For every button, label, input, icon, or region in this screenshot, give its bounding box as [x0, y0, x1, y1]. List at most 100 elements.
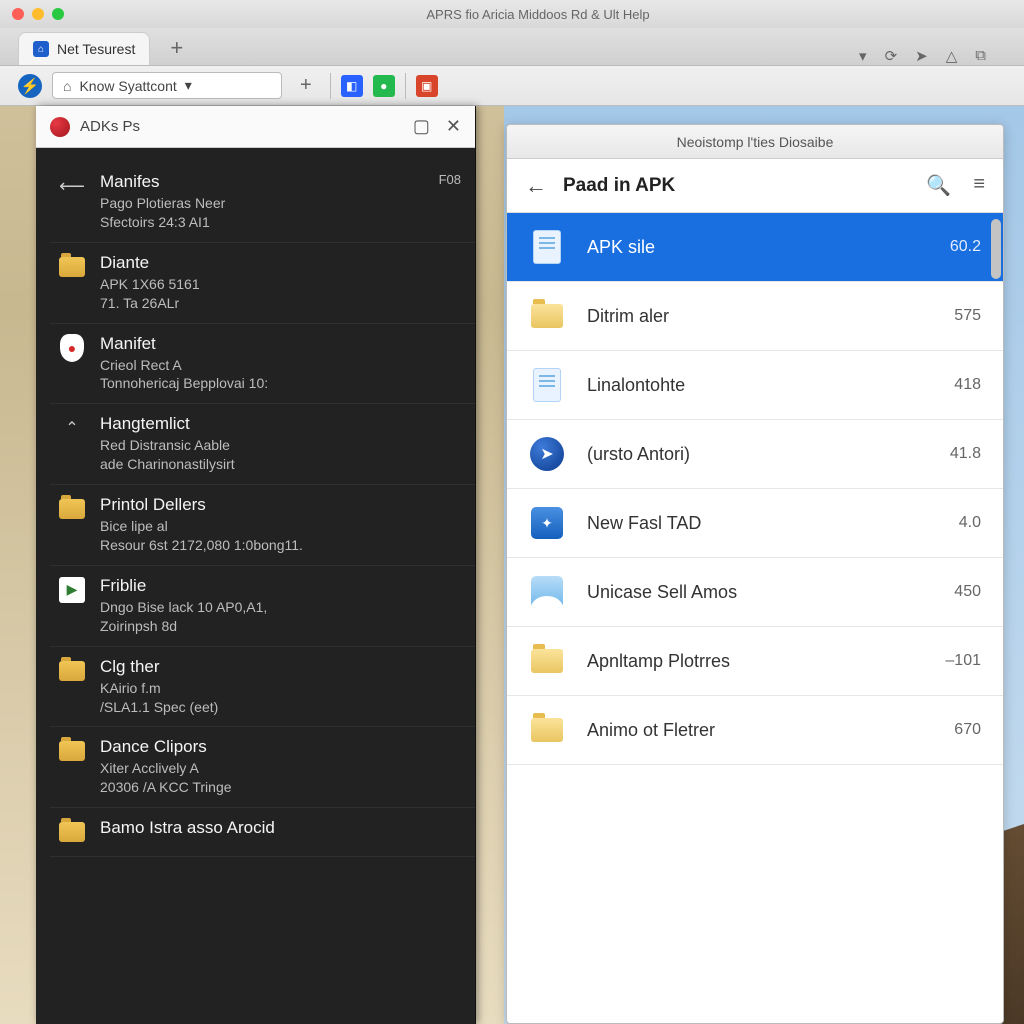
- item-sub1: Pago Plotieras Neer: [100, 194, 425, 213]
- file-row[interactable]: Linalontohte 418: [507, 351, 1003, 420]
- system-menubar: APRS fio Aricia Middoos Rd & Ult Help: [0, 0, 1024, 28]
- item-name: Printol Dellers: [100, 495, 461, 515]
- app-icon: ✦: [529, 505, 565, 541]
- list-item[interactable]: Dance Clipors Xiter Acclively A20306 /A K…: [50, 727, 475, 808]
- browser-nav-icon[interactable]: ⚡: [18, 74, 42, 98]
- item-sub1: Bice lipe al: [100, 517, 461, 536]
- toolbar-add-button[interactable]: +: [292, 74, 320, 97]
- app-logo-icon: [50, 117, 70, 137]
- item-text: Manifet Crieol Rect ATonnohericaj Bepplov…: [100, 334, 461, 394]
- file-size: 4.0: [959, 514, 981, 532]
- forward-icon[interactable]: ➤: [915, 47, 928, 65]
- item-text: Hangtemlict Red Distransic Aableade Chari…: [100, 414, 461, 474]
- toolbar-divider-2: [405, 73, 406, 99]
- file-browser-title: Neoistomp l'ties Diosaibe: [507, 125, 1003, 159]
- item-name: Hangtemlict: [100, 414, 461, 434]
- play-icon: ▶: [58, 576, 86, 604]
- item-name: Manifes: [100, 172, 425, 192]
- file-browser-toolbar: ← Paad in APK 🔍 ≡: [507, 159, 1003, 213]
- file-list: APK sile 60.2 Ditrim aler575 Linalontohte 41…: [507, 213, 1003, 1023]
- item-name: Manifet: [100, 334, 461, 354]
- file-row[interactable]: APK sile 60.2: [507, 213, 1003, 282]
- left-panel-list: ⟵ManifesPago Plotieras NeerSfectoirs 24:…: [36, 148, 475, 1024]
- tab-label: Net Tesurest: [57, 41, 135, 57]
- file-size: –101: [945, 652, 981, 670]
- maximize-window-icon[interactable]: [52, 8, 64, 20]
- list-item[interactable]: ⌃ Hangtemlict Red Distransic Aableade Char…: [50, 404, 475, 485]
- list-item[interactable]: ▶ FriblieDngo Bise lack 10 AP0,A1,Zoirinp…: [50, 566, 475, 647]
- file-name: APK sile: [587, 237, 928, 258]
- item-sub2: ade Charinonastilysirt: [100, 455, 461, 474]
- file-name: Unicase Sell Amos: [587, 582, 932, 603]
- address-dropdown-icon[interactable]: ▾: [185, 77, 192, 94]
- file-name: Apnltamp Plotrres: [587, 651, 923, 672]
- file-name: Linalontohte: [587, 375, 932, 396]
- list-item[interactable]: DianteAPK 1X66 516171. Ta 26ALr: [50, 243, 475, 324]
- file-row[interactable]: Ditrim aler575: [507, 282, 1003, 351]
- item-sub2: Tonnohericaj Bepplovai 10:: [100, 374, 461, 393]
- item-text: Clg therKAirio f.m/SLA1.1 Spec (eet): [100, 657, 461, 717]
- chevron-up-icon: ⌃: [58, 414, 86, 442]
- scrollbar-thumb[interactable]: [991, 219, 1001, 279]
- item-name: Dance Clipors: [100, 737, 461, 757]
- toolbar-icon-red[interactable]: ▣: [416, 75, 438, 97]
- item-name: Clg ther: [100, 657, 461, 677]
- folder-icon: [529, 298, 565, 334]
- toolbar-icon-green[interactable]: ●: [373, 75, 395, 97]
- item-sub2: 71. Ta 26ALr: [100, 294, 461, 313]
- file-size: 418: [954, 376, 981, 394]
- maximize-icon[interactable]: ▢: [413, 116, 430, 137]
- file-size: 670: [954, 721, 981, 739]
- close-icon[interactable]: ✕: [446, 116, 461, 137]
- item-text: Bamo Istra asso Arocid: [100, 818, 461, 846]
- item-text: FriblieDngo Bise lack 10 AP0,A1,Zoirinps…: [100, 576, 461, 636]
- dropdown-icon[interactable]: ▾: [859, 47, 867, 65]
- file-row[interactable]: ➤(ursto Antori)41.8: [507, 420, 1003, 489]
- list-item[interactable]: Bamo Istra asso Arocid: [50, 808, 475, 857]
- new-tab-button[interactable]: +: [160, 31, 193, 65]
- back-button-icon[interactable]: ←: [525, 173, 547, 199]
- item-sub2: /SLA1.1 Spec (eet): [100, 698, 461, 717]
- hamburger-menu-icon[interactable]: ≡: [973, 173, 985, 198]
- address-bar[interactable]: ⌂ Know Syattcont ▾: [52, 72, 282, 99]
- list-item[interactable]: Printol Dellers Bice lipe alResour 6st 21…: [50, 485, 475, 566]
- minimize-window-icon[interactable]: [32, 8, 44, 20]
- list-item[interactable]: ●ManifetCrieol Rect ATonnohericaj Bepplo…: [50, 324, 475, 405]
- file-row[interactable]: Unicase Sell Amos450: [507, 558, 1003, 627]
- item-text: Manifes Pago Plotieras NeerSfectoirs 24:3…: [100, 172, 425, 232]
- list-item[interactable]: Clg therKAirio f.m/SLA1.1 Spec (eet): [50, 647, 475, 728]
- left-panel: ADKs Ps ▢ ✕ ⟵ManifesPago Plotieras NeerS…: [36, 106, 476, 1024]
- file-browser-window: Neoistomp l'ties Diosaibe ← Paad in APK …: [506, 124, 1004, 1024]
- item-sub1: Xiter Acclively A: [100, 759, 461, 778]
- address-text: Know Syattcont: [79, 78, 176, 94]
- toolbar-icon-blue[interactable]: ◧: [341, 75, 363, 97]
- item-sub2: Resour 6st 2172,080 1:0bong11.: [100, 536, 461, 555]
- panels-icon[interactable]: ⧉: [975, 47, 986, 65]
- file-row[interactable]: ✦ New Fasl TAD 4.0: [507, 489, 1003, 558]
- refresh-icon[interactable]: ⟳: [885, 47, 898, 65]
- item-sub2: 20306 /A KCC Tringe: [100, 778, 461, 797]
- browser-tab[interactable]: ⌂ Net Tesurest: [18, 32, 150, 65]
- file-size: 41.8: [950, 445, 981, 463]
- picture-icon: [529, 574, 565, 610]
- item-sub1: Crieol Rect A: [100, 356, 461, 375]
- file-size: 60.2: [950, 238, 981, 256]
- left-panel-title: ADKs Ps: [80, 118, 140, 135]
- item-sub1: Red Distransic Aable: [100, 436, 461, 455]
- search-icon[interactable]: 🔍: [926, 173, 951, 198]
- close-window-icon[interactable]: [12, 8, 24, 20]
- main-area: ADKs Ps ▢ ✕ ⟵ManifesPago Plotieras NeerS…: [36, 106, 1004, 1024]
- file-name: New Fasl TAD: [587, 513, 937, 534]
- browser-toolbar: ⚡ ⌂ Know Syattcont ▾ + ◧ ● ▣: [0, 66, 1024, 106]
- file-row[interactable]: Apnltamp Plotrres –101: [507, 627, 1003, 696]
- folder-icon: [529, 643, 565, 679]
- folder-icon: [58, 818, 86, 846]
- file-row[interactable]: Animo ot Fletrer670: [507, 696, 1003, 765]
- item-sub2: Sfectoirs 24:3 AI1: [100, 213, 425, 232]
- item-sub1: APK 1X66 5161: [100, 275, 461, 294]
- left-panel-header: ADKs Ps ▢ ✕: [36, 106, 475, 148]
- list-item[interactable]: ⟵ManifesPago Plotieras NeerSfectoirs 24:…: [50, 162, 475, 243]
- home-icon: ⌂: [63, 78, 71, 94]
- up-icon[interactable]: △: [946, 47, 958, 65]
- item-text: Printol Dellers Bice lipe alResour 6st 21…: [100, 495, 461, 555]
